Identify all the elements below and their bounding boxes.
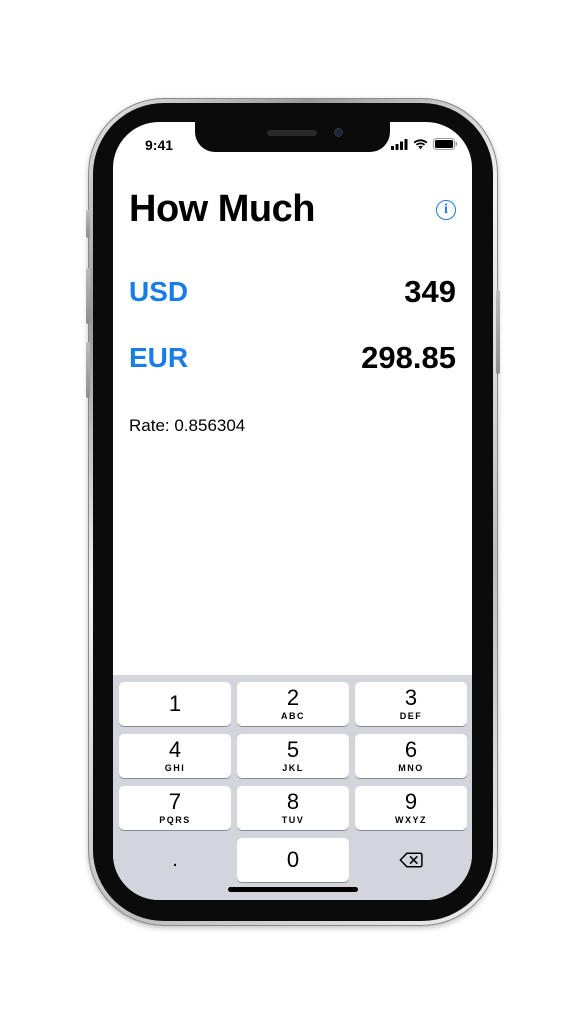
status-icons [391,138,458,150]
source-currency-row[interactable]: USD 349 [129,274,456,310]
home-indicator[interactable] [228,887,358,892]
key-number: 3 [404,685,418,710]
key-number: 0 [286,847,300,872]
key-8[interactable]: 8 TUV [237,786,349,830]
key-letters: GHI [164,763,186,773]
key-decimal-label: . [172,849,178,871]
page-title: How Much [129,188,315,230]
info-icon[interactable]: i [436,200,456,220]
mute-switch [86,210,90,238]
front-camera [334,128,343,137]
key-letters: WXYZ [395,815,427,825]
volume-up-button [86,268,90,324]
speaker-grille [267,130,317,136]
key-9[interactable]: 9 WXYZ [355,786,467,830]
key-letters: JKL [282,763,304,773]
key-number: 2 [286,685,300,710]
info-icon-glyph: i [444,202,448,217]
source-amount[interactable]: 349 [404,274,456,310]
key-letters: ABC [281,711,305,721]
key-letters: PQRS [159,815,191,825]
key-7[interactable]: 7 PQRS [119,786,231,830]
notch [195,122,390,152]
key-2[interactable]: 2 ABC [237,682,349,726]
numeric-keypad: 1 2 ABC 3 DEF 4 GHI 5 JKL 6 MNO 7 PQRS 8… [113,675,472,900]
source-currency-code[interactable]: USD [129,276,188,308]
key-letters: DEF [399,711,423,721]
key-decimal[interactable]: . [119,838,231,882]
key-number: 9 [404,789,418,814]
backspace-icon [399,852,423,868]
cellular-signal-icon [391,138,408,150]
wifi-icon [413,138,428,149]
converted-amount: 298.85 [361,340,456,375]
key-letters: TUV [281,815,305,825]
key-letters: MNO [398,763,424,773]
target-currency-row[interactable]: EUR 298.85 [129,340,456,376]
key-number: 8 [286,789,300,814]
exchange-rate: Rate: 0.856304 [129,416,246,435]
key-number: 6 [404,737,418,762]
key-5[interactable]: 5 JKL [237,734,349,778]
volume-down-button [86,342,90,398]
key-number: 1 [168,691,182,716]
screen: 9:41 How Much i USD 349 EUR 298.85 Rate:… [113,122,472,900]
key-0[interactable]: 0 [237,838,349,882]
key-number: 5 [286,737,300,762]
target-currency-code[interactable]: EUR [129,342,188,374]
key-1[interactable]: 1 [119,682,231,726]
status-time: 9:41 [145,137,174,153]
power-button [496,290,500,374]
key-4[interactable]: 4 GHI [119,734,231,778]
key-number: 4 [168,737,182,762]
backspace-button[interactable] [355,838,467,882]
key-number: 7 [168,789,182,814]
key-3[interactable]: 3 DEF [355,682,467,726]
battery-icon [433,138,457,150]
key-6[interactable]: 6 MNO [355,734,467,778]
